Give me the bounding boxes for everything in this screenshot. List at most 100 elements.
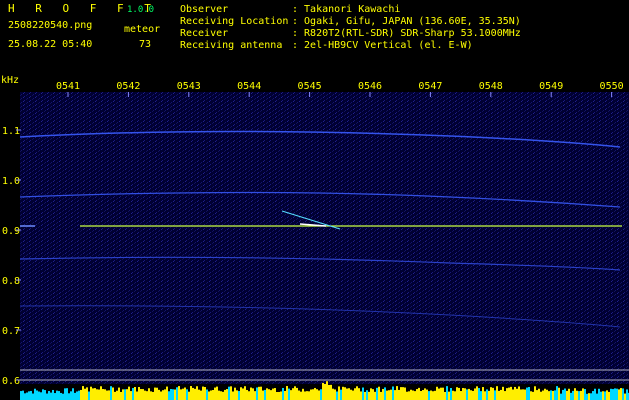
level-bar bbox=[212, 390, 214, 400]
level-bar bbox=[152, 391, 154, 400]
level-bar bbox=[246, 389, 248, 400]
level-bar bbox=[436, 386, 438, 400]
level-bar bbox=[150, 391, 152, 400]
level-bar bbox=[540, 391, 542, 400]
level-bar bbox=[386, 390, 388, 400]
level-bar bbox=[180, 389, 182, 400]
level-bar bbox=[472, 390, 474, 400]
level-bar bbox=[442, 387, 444, 400]
level-bar bbox=[542, 390, 544, 400]
level-bar bbox=[594, 388, 596, 400]
time-tick-label: 0546 bbox=[358, 81, 382, 92]
level-bar bbox=[374, 391, 376, 400]
level-bar bbox=[272, 388, 274, 400]
level-bar bbox=[376, 387, 378, 400]
level-bar bbox=[516, 388, 518, 400]
info-value-antenna: : 2el-HB9CV Vertical (el. E-W) bbox=[292, 40, 473, 51]
level-bar bbox=[30, 390, 32, 400]
level-bar bbox=[370, 388, 372, 400]
level-bar bbox=[266, 388, 268, 400]
level-bar bbox=[90, 386, 92, 400]
level-bar bbox=[298, 390, 300, 400]
level-bar bbox=[396, 386, 398, 400]
level-bar bbox=[554, 390, 556, 400]
level-bar bbox=[596, 393, 598, 400]
level-bar bbox=[588, 393, 590, 400]
level-bar bbox=[614, 388, 616, 400]
level-bar bbox=[558, 387, 560, 400]
level-bar bbox=[282, 387, 284, 400]
level-bar bbox=[290, 390, 292, 400]
level-bar bbox=[228, 386, 230, 400]
level-bar bbox=[398, 389, 400, 400]
level-bar bbox=[46, 393, 48, 400]
level-bar bbox=[620, 388, 622, 400]
level-bar bbox=[78, 390, 80, 400]
level-bar bbox=[368, 391, 370, 400]
level-bar bbox=[468, 388, 470, 400]
level-bar bbox=[534, 386, 536, 400]
level-bar bbox=[372, 389, 374, 400]
level-bar bbox=[598, 388, 600, 400]
level-bar bbox=[114, 391, 116, 400]
level-bar bbox=[484, 391, 486, 400]
level-bar bbox=[572, 390, 574, 400]
level-bar bbox=[428, 391, 430, 400]
level-bar bbox=[34, 388, 36, 400]
file-name: 2508220540.png bbox=[8, 20, 93, 31]
level-bar bbox=[28, 391, 30, 400]
level-bar bbox=[296, 387, 298, 400]
level-bar bbox=[98, 389, 100, 400]
level-bar bbox=[450, 388, 452, 400]
level-bar bbox=[444, 391, 446, 400]
level-bar bbox=[288, 388, 290, 400]
level-bar bbox=[144, 390, 146, 400]
level-bar bbox=[316, 389, 318, 400]
level-bar bbox=[186, 389, 188, 400]
level-bar bbox=[550, 390, 552, 400]
level-bar bbox=[344, 387, 346, 400]
level-bar bbox=[60, 392, 62, 400]
level-bar bbox=[286, 386, 288, 400]
level-bar bbox=[312, 389, 314, 400]
time-tick-label: 0545 bbox=[298, 81, 322, 92]
level-bar bbox=[88, 391, 90, 400]
level-bar bbox=[126, 389, 128, 400]
level-bar bbox=[136, 391, 138, 400]
level-bar bbox=[224, 389, 226, 400]
level-bar bbox=[510, 386, 512, 400]
level-bar bbox=[204, 387, 206, 400]
time-tick-label: 0549 bbox=[539, 81, 563, 92]
level-bar bbox=[408, 391, 410, 400]
level-bar bbox=[242, 388, 244, 400]
level-bar bbox=[340, 389, 342, 400]
level-bar bbox=[96, 389, 98, 400]
level-bar bbox=[256, 387, 258, 400]
level-bar bbox=[600, 391, 602, 400]
level-bar bbox=[110, 386, 112, 400]
level-bar bbox=[338, 386, 340, 400]
level-bar bbox=[552, 390, 554, 400]
level-bar bbox=[284, 390, 286, 400]
freq-tick-label: 0.7 bbox=[2, 326, 20, 337]
level-bar bbox=[584, 389, 586, 400]
level-bar bbox=[278, 391, 280, 400]
level-bar bbox=[586, 393, 588, 400]
level-bar bbox=[178, 386, 180, 400]
level-bar bbox=[564, 388, 566, 400]
level-bar bbox=[58, 391, 60, 400]
info-value-location: : Ogaki, Gifu, JAPAN (136.60E, 35.35N) bbox=[292, 16, 521, 27]
level-bar bbox=[426, 389, 428, 400]
level-bar bbox=[362, 387, 364, 400]
level-bar bbox=[262, 390, 264, 400]
spectrogram-plot: kHz 0541 0542 0543 0544 0545 0546 0547 0548 0549… bbox=[1, 75, 629, 400]
level-bar bbox=[250, 387, 252, 400]
level-bar bbox=[380, 391, 382, 400]
level-bar bbox=[350, 389, 352, 400]
info-value-receiver: : R820T2(RTL-SDR) SDR-Sharp 53.1000MHz bbox=[292, 28, 521, 39]
level-bar bbox=[392, 386, 394, 400]
level-bar bbox=[176, 387, 178, 400]
level-bar bbox=[24, 393, 26, 400]
level-bar bbox=[446, 386, 448, 400]
level-bar bbox=[352, 390, 354, 400]
